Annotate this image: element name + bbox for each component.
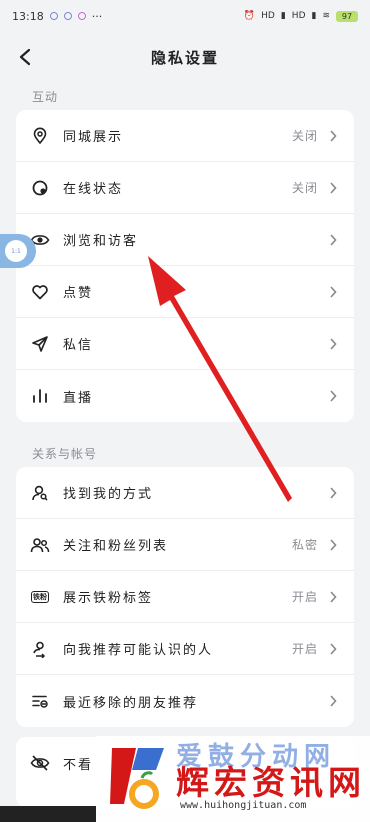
location-pin-icon bbox=[30, 126, 50, 146]
more-notifications-icon: ··· bbox=[91, 9, 103, 23]
row-value: 开启 bbox=[291, 642, 318, 656]
chevron-right-icon bbox=[326, 129, 340, 142]
watermark-url: www.huihongjituan.com bbox=[180, 800, 307, 811]
chevron-right-icon bbox=[326, 233, 340, 246]
bottom-edge bbox=[0, 806, 96, 822]
fan-tag-icon: 铁粉 bbox=[30, 587, 50, 607]
row-label: 向我推荐可能认识的人 bbox=[63, 643, 214, 658]
chevron-right-icon bbox=[326, 590, 340, 603]
signal-hd-label-2: HD bbox=[291, 11, 306, 21]
row-label: 在线状态 bbox=[63, 182, 124, 197]
heart-icon bbox=[30, 282, 50, 302]
row-label: 展示铁粉标签 bbox=[63, 591, 154, 606]
chevron-right-icon bbox=[326, 642, 340, 655]
page-title: 隐私设置 bbox=[150, 48, 219, 67]
status-bar: 13:18 ··· ⏰ HD ▮ HD ▮ ≋ 97 bbox=[0, 0, 370, 32]
battery-icon: 97 bbox=[336, 10, 358, 22]
section-label-relations: 关系与帐号 bbox=[32, 447, 98, 461]
watermark: 爱鼓分动网 辉宏资讯网 www.huihongjituan.com bbox=[96, 736, 370, 822]
page-header: 隐私设置 bbox=[0, 34, 370, 80]
assistant-face-icon: 1:1 bbox=[5, 240, 27, 262]
row-label: 直播 bbox=[63, 390, 94, 406]
row-removed-recommendations[interactable]: 最近移除的朋友推荐 bbox=[16, 675, 354, 727]
chevron-right-icon bbox=[326, 695, 340, 707]
row-label: 找到我的方式 bbox=[63, 487, 154, 502]
chevron-right-icon bbox=[326, 337, 340, 350]
watermark-main-text: 辉宏资讯网 bbox=[176, 763, 366, 802]
chevron-right-icon bbox=[326, 390, 340, 402]
row-value: 关闭 bbox=[291, 181, 318, 195]
chevron-left-icon bbox=[19, 48, 31, 66]
row-label: 点赞 bbox=[63, 286, 94, 301]
row-label: 同城展示 bbox=[63, 130, 124, 145]
signal-hd-label: HD bbox=[261, 11, 275, 21]
chevron-right-icon bbox=[326, 538, 340, 551]
watermark-logo-icon bbox=[110, 748, 164, 809]
relations-card: 找到我的方式 关注和粉丝列表 私密 铁粉 展示铁粉标签 开启 向我推荐可能认识的… bbox=[16, 467, 354, 727]
users-icon bbox=[30, 535, 50, 555]
row-online-status[interactable]: 在线状态 关闭 bbox=[16, 162, 354, 214]
alarm-icon: ⏰ bbox=[243, 11, 256, 21]
row-followers-list[interactable]: 关注和粉丝列表 私密 bbox=[16, 519, 354, 571]
find-user-icon bbox=[30, 483, 50, 503]
row-label: 最近移除的朋友推荐 bbox=[63, 695, 199, 711]
wifi-icon: ≋ bbox=[322, 11, 330, 21]
recommend-user-icon bbox=[30, 639, 50, 659]
row-find-me[interactable]: 找到我的方式 bbox=[16, 467, 354, 519]
row-live[interactable]: 直播 bbox=[16, 370, 354, 422]
chevron-right-icon bbox=[326, 285, 340, 298]
floating-assistant-button[interactable]: 1:1 bbox=[0, 234, 36, 268]
app-notification-icon bbox=[49, 12, 58, 20]
removed-list-icon bbox=[30, 691, 50, 711]
send-icon bbox=[30, 334, 50, 354]
chevron-right-icon bbox=[326, 486, 340, 499]
fan-tag-text: 铁粉 bbox=[31, 590, 49, 603]
signal-icon-2: ▮ bbox=[311, 11, 317, 21]
status-time: 13:18 bbox=[12, 9, 44, 23]
section-label-interaction: 互动 bbox=[32, 90, 59, 104]
online-status-icon bbox=[30, 178, 50, 198]
interaction-card: 同城展示 关闭 在线状态 关闭 浏览和访客 点赞 私信 直播 bbox=[16, 110, 354, 422]
signal-icon: ▮ bbox=[280, 11, 286, 21]
row-browse-visitors[interactable]: 浏览和访客 bbox=[16, 214, 354, 266]
bar-chart-icon bbox=[30, 386, 50, 406]
row-fan-tag[interactable]: 铁粉 展示铁粉标签 开启 bbox=[16, 571, 354, 623]
row-value: 关闭 bbox=[291, 129, 318, 143]
row-recommend-people[interactable]: 向我推荐可能认识的人 开启 bbox=[16, 623, 354, 675]
row-private-message[interactable]: 私信 bbox=[16, 318, 354, 370]
row-same-city[interactable]: 同城展示 关闭 bbox=[16, 110, 354, 162]
row-label: 私信 bbox=[63, 338, 94, 353]
row-label: 关注和粉丝列表 bbox=[63, 539, 169, 554]
eye-off-icon bbox=[30, 753, 50, 773]
chevron-right-icon bbox=[326, 181, 340, 194]
app-notification-icon-2 bbox=[63, 12, 72, 20]
row-label: 浏览和访客 bbox=[63, 234, 139, 249]
row-value: 私密 bbox=[291, 538, 318, 552]
row-value: 开启 bbox=[291, 590, 318, 604]
app-notification-icon-3 bbox=[77, 12, 86, 20]
row-likes[interactable]: 点赞 bbox=[16, 266, 354, 318]
back-button[interactable] bbox=[12, 44, 38, 70]
